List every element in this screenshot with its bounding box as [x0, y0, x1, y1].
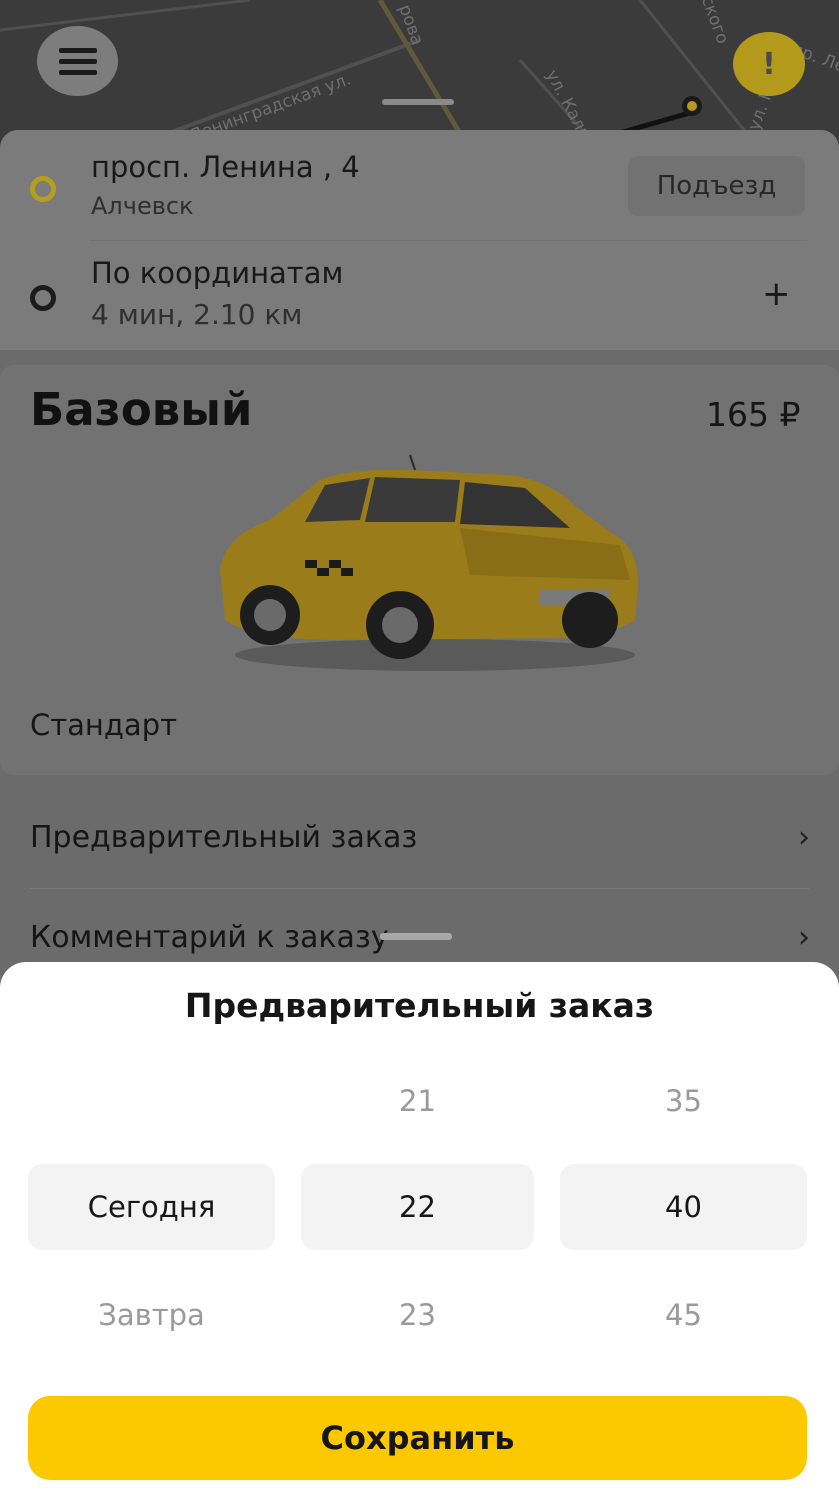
chevron-right-icon: ›: [798, 820, 810, 855]
exclamation-icon: !: [762, 46, 776, 82]
minute-picker-selected[interactable]: 40: [560, 1164, 807, 1250]
alert-button[interactable]: !: [733, 32, 805, 96]
tariff-class: Стандарт: [30, 708, 177, 742]
save-button[interactable]: Сохранить: [28, 1396, 807, 1480]
pickup-city: Алчевск: [91, 192, 194, 220]
modal-title: Предварительный заказ: [184, 986, 655, 1025]
menu-button[interactable]: [37, 26, 118, 96]
map-view[interactable]: Ленинградская ул. ул. Кали рова ского ул…: [0, 0, 839, 150]
hour-picker-selected[interactable]: 22: [301, 1164, 534, 1250]
day-picker-option[interactable]: Завтра: [28, 1272, 275, 1358]
route-eta-distance: 4 мин, 2.10 км: [91, 298, 303, 331]
drag-handle[interactable]: [382, 99, 454, 105]
divider: [90, 240, 807, 241]
tariff-name: Базовый: [30, 383, 253, 436]
minute-picker-option[interactable]: 45: [560, 1272, 807, 1358]
hamburger-icon: [58, 47, 97, 53]
entrance-button[interactable]: Подъезд: [628, 156, 805, 216]
drag-handle[interactable]: [380, 933, 452, 940]
comment-label: Комментарий к заказу: [30, 920, 389, 955]
destination-address[interactable]: По координатам: [91, 256, 343, 290]
pickup-marker-icon: [30, 176, 56, 202]
destination-marker-icon: [30, 285, 56, 311]
taxi-car-image: [220, 454, 639, 671]
chevron-right-icon: ›: [798, 920, 810, 955]
pickup-address[interactable]: просп. Ленина , 4: [91, 150, 360, 184]
minute-picker-option[interactable]: 35: [560, 1058, 807, 1144]
preorder-label: Предварительный заказ: [30, 820, 418, 855]
hour-picker-option[interactable]: 21: [301, 1058, 534, 1144]
tariff-price: 165 ₽: [706, 395, 801, 434]
divider: [30, 888, 809, 889]
day-picker-selected[interactable]: Сегодня: [28, 1164, 275, 1250]
preorder-option[interactable]: Предварительный заказ ›: [30, 820, 810, 855]
preorder-modal: Предварительный заказ Сегодня Завтра 21 …: [0, 962, 839, 1492]
hour-picker-option[interactable]: 23: [301, 1272, 534, 1358]
add-stop-button[interactable]: +: [762, 274, 791, 314]
